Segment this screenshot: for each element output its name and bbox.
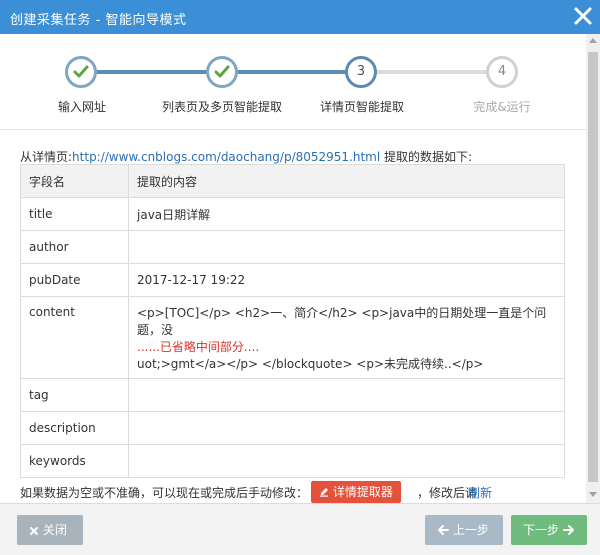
content-line-2: uot;>gmt</a></p> </blockquote> <p>未完成待续.… <box>137 357 484 371</box>
dialog-titlebar: 创建采集任务 - 智能向导模式 <box>0 0 600 34</box>
extracted-fields-table: 字段名 提取的内容 title java日期详解 author pubDate … <box>20 164 565 478</box>
table-row: tag <box>20 378 565 412</box>
close-x-icon <box>29 523 43 537</box>
step-3-label: 详情页智能提取 <box>319 100 405 114</box>
check-icon <box>214 65 230 82</box>
field-value: 2017-12-17 19:22 <box>128 263 565 297</box>
progress-line-pending <box>361 70 501 74</box>
step-4-label: 完成&运行 <box>473 100 531 114</box>
close-button-label: 关闭 <box>42 523 67 537</box>
step-2-label: 列表页及多页智能提取 <box>161 100 283 114</box>
source-url-link[interactable]: http://www.cnblogs.com/daochang/p/805295… <box>72 150 380 164</box>
table-row: title java日期详解 <box>20 197 565 231</box>
column-header-content: 提取的内容 <box>128 164 565 198</box>
table-row: author <box>20 230 565 264</box>
step-3-circle: 3 <box>345 56 377 88</box>
table-row: pubDate 2017-12-17 19:22 <box>20 263 565 297</box>
source-prefix: 从详情页: <box>20 150 73 164</box>
vertical-scrollbar[interactable] <box>586 34 600 503</box>
field-name: content <box>20 296 129 379</box>
table-row: description <box>20 411 565 445</box>
field-name: tag <box>20 378 129 412</box>
field-value <box>128 378 565 412</box>
step-4-circle: 4 <box>486 56 518 88</box>
column-header-field: 字段名 <box>20 164 129 198</box>
source-suffix: 提取的数据如下: <box>380 150 473 164</box>
previous-step-label: 上一步 <box>452 523 489 537</box>
table-header-row: 字段名 提取的内容 <box>20 164 565 198</box>
next-step-label: 下一步 <box>523 523 560 537</box>
table-row: content <p>[TOC]</p> <h2>一、简介</h2> <p>ja… <box>20 296 565 379</box>
hint-text: 如果数据为空或不准确，可以现在或完成后手动修改： <box>20 486 309 500</box>
step-2-circle <box>206 56 238 88</box>
field-value <box>128 444 565 478</box>
content-omitted-note: ......已省略中间部分.... <box>137 340 260 354</box>
dialog-title: 创建采集任务 - 智能向导模式 <box>10 13 187 28</box>
field-name: pubDate <box>20 263 129 297</box>
refresh-link[interactable]: 刷新 <box>468 484 492 501</box>
detail-extractor-button[interactable]: 详情提取器 <box>311 481 401 503</box>
field-name: author <box>20 230 129 264</box>
step-3-number: 3 <box>356 64 366 79</box>
field-value <box>128 411 565 445</box>
table-row: keywords <box>20 444 565 478</box>
next-step-button[interactable]: 下一步 <box>511 515 587 545</box>
field-value: java日期详解 <box>128 197 565 231</box>
field-name: title <box>20 197 129 231</box>
step-4-number: 4 <box>497 64 507 79</box>
field-name: description <box>20 411 129 445</box>
scroll-up-arrow-icon[interactable] <box>589 38 597 43</box>
edit-hint: 如果数据为空或不准确，可以现在或完成后手动修改： 详情提取器 ，修改后请 刷新 <box>20 481 586 503</box>
close-button[interactable]: 关闭 <box>17 515 83 545</box>
source-line: 从详情页:http://www.cnblogs.com/daochang/p/8… <box>20 148 566 164</box>
arrow-right-icon <box>562 523 575 537</box>
content-line-1: <p>[TOC]</p> <h2>一、简介</h2> <p>java中的日期处理… <box>137 306 547 337</box>
scroll-down-arrow-icon[interactable] <box>589 492 597 497</box>
dialog-footer: 关闭 上一步 下一步 <box>0 503 600 555</box>
wizard-steps: 3 4 输入网址 列表页及多页智能提取 详情页智能提取 完成&运行 <box>0 34 586 130</box>
detail-extractor-label: 详情提取器 <box>332 485 393 499</box>
close-icon[interactable] <box>572 4 594 28</box>
step-1-label: 输入网址 <box>57 100 107 114</box>
arrow-left-icon <box>437 523 453 537</box>
check-icon <box>73 65 89 82</box>
edit-icon <box>319 485 333 499</box>
field-value <box>128 230 565 264</box>
field-value: <p>[TOC]</p> <h2>一、简介</h2> <p>java中的日期处理… <box>128 296 565 379</box>
step-1-circle <box>65 56 97 88</box>
scrollbar-thumb[interactable] <box>588 52 598 482</box>
field-name: keywords <box>20 444 129 478</box>
previous-step-button[interactable]: 上一步 <box>425 515 503 545</box>
